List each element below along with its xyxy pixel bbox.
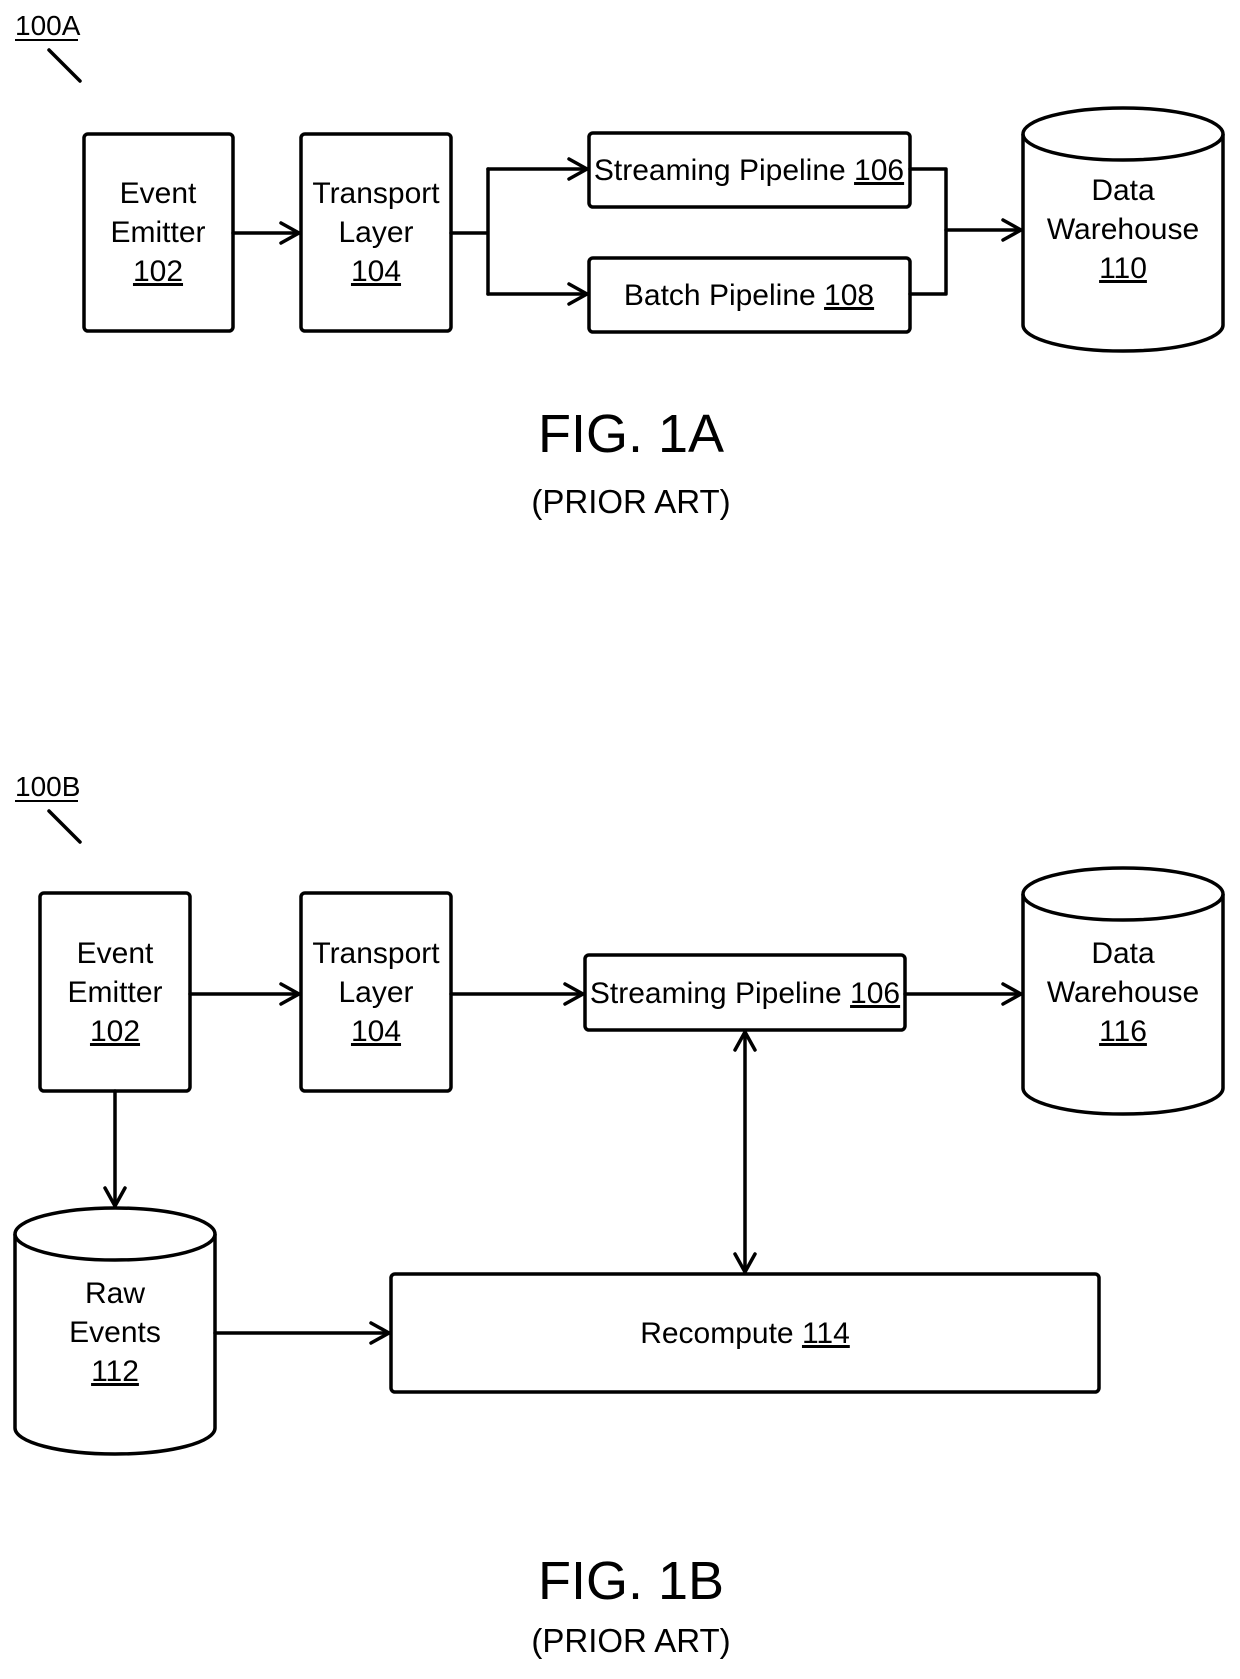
- figure-subcaption: (PRIOR ART): [531, 1622, 730, 1659]
- leader-line: [47, 809, 82, 844]
- node-ref: 110: [1099, 252, 1147, 285]
- figure-caption: FIG. 1A: [538, 404, 724, 464]
- node-data-warehouse: Data Warehouse 110: [1021, 106, 1225, 353]
- node-recompute: Recompute 114: [389, 1272, 1101, 1394]
- node-data-warehouse: Data Warehouse 116: [1021, 866, 1225, 1116]
- merge-connector: [908, 167, 948, 296]
- node-label-line1: Event: [120, 177, 197, 210]
- node-label: Streaming Pipeline 106: [594, 154, 904, 187]
- figure-1b: 100B Event Emitter 102 Transport Layer 1…: [13, 771, 1225, 1659]
- node-ref: 116: [1099, 1015, 1147, 1048]
- node-ref: 104: [351, 1015, 401, 1048]
- node-label-line2: Layer: [338, 216, 413, 249]
- cylinder-top: [1021, 866, 1225, 922]
- figure-subcaption: (PRIOR ART): [531, 483, 730, 520]
- figure-ref-label-100b: 100B: [15, 771, 82, 844]
- node-raw-events: Raw Events 112: [13, 1206, 217, 1456]
- node-label-line2: Warehouse: [1047, 213, 1199, 246]
- node-label: Streaming Pipeline 106: [590, 977, 900, 1010]
- node-label-line1: Transport: [312, 177, 440, 210]
- node-label-line2: Events: [69, 1316, 161, 1349]
- node-label-line2: Emitter: [67, 976, 162, 1009]
- node-ref: 104: [351, 255, 401, 288]
- node-label-line1: Transport: [312, 937, 440, 970]
- node-ref: 112: [91, 1355, 139, 1388]
- node-event-emitter: Event Emitter 102: [82, 132, 235, 333]
- cylinder-top: [1021, 106, 1225, 162]
- node-event-emitter: Event Emitter 102: [38, 891, 192, 1093]
- node-label-line2: Emitter: [110, 216, 205, 249]
- figure-1a: 100A Event Emitter 102 Transport Layer 1…: [15, 10, 1225, 520]
- node-batch-pipeline: Batch Pipeline 108: [587, 256, 912, 334]
- node-transport-layer: Transport Layer 104: [299, 132, 453, 333]
- patent-figure-sheet: 100A Event Emitter 102 Transport Layer 1…: [13, 10, 1225, 1659]
- node-ref: 102: [90, 1015, 140, 1048]
- node-label: Batch Pipeline 108: [624, 279, 874, 312]
- node-label: Recompute 114: [640, 1317, 850, 1350]
- node-ref: 102: [133, 255, 183, 288]
- node-label-line2: Warehouse: [1047, 976, 1199, 1009]
- figure-ref-text: 100B: [15, 771, 80, 802]
- node-label-line1: Raw: [85, 1277, 145, 1310]
- leader-line: [47, 48, 82, 83]
- figure-caption: FIG. 1B: [538, 1551, 724, 1611]
- node-streaming-pipeline: Streaming Pipeline 106: [587, 131, 912, 209]
- node-label-line2: Layer: [338, 976, 413, 1009]
- node-label-line1: Data: [1091, 174, 1155, 207]
- node-label-line1: Data: [1091, 937, 1155, 970]
- node-streaming-pipeline: Streaming Pipeline 106: [583, 953, 907, 1032]
- branch-connector: [449, 167, 490, 296]
- node-transport-layer: Transport Layer 104: [299, 891, 453, 1093]
- cylinder-top: [13, 1206, 217, 1262]
- node-label-line1: Event: [77, 937, 154, 970]
- figure-ref-label-100a: 100A: [15, 10, 82, 83]
- figure-ref-text: 100A: [15, 10, 81, 41]
